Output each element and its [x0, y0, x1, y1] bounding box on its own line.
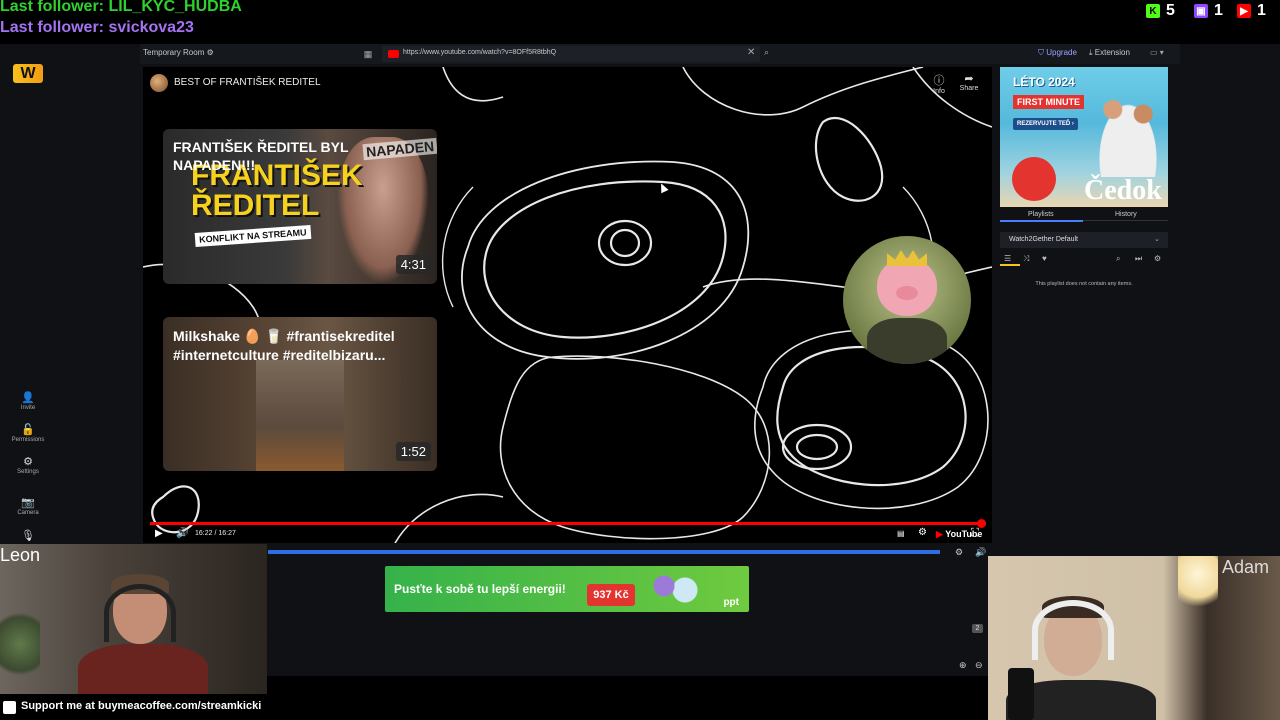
ad-brand: Čedok [1084, 175, 1162, 206]
tab-divider [1083, 220, 1168, 221]
volume-icon[interactable]: 🔊 [975, 547, 986, 558]
active-tab-indicator [1000, 220, 1083, 222]
coffee-icon [3, 701, 16, 714]
ad-characters [643, 570, 713, 610]
gear-icon: ⚙ [23, 456, 33, 468]
search-icon[interactable]: ⌕ [1116, 254, 1120, 264]
unlock-icon: 🔓 [21, 424, 35, 436]
upgrade-button[interactable]: ⛉ Upgrade [1038, 48, 1077, 58]
camera-icon: 📷 [21, 497, 35, 509]
webcam-adam [988, 556, 1280, 720]
ad-top-text: LÉTO 2024 [1013, 75, 1075, 89]
shuffle-icon[interactable]: ⤨ [1023, 254, 1029, 264]
fullscreen-icon[interactable]: ⛶ [971, 527, 979, 540]
play-icon[interactable]: ▶ [155, 528, 163, 539]
sidebar-item-invite[interactable]: 👤 Invite [8, 391, 48, 411]
sidebar-item-permissions[interactable]: 🔓 Permissions [8, 423, 48, 443]
ad-banner-bottom[interactable]: Pusťte k sobě tu lepší energii! 937 Kč p… [385, 566, 749, 612]
twitch-count: 1 [1214, 2, 1223, 19]
volume-icon[interactable]: 🔊 [176, 528, 188, 539]
microphone-icon[interactable]: 🎙 [8, 529, 48, 543]
sidebar-item-settings[interactable]: ⚙ Settings [8, 455, 48, 475]
chat-count-badge: 2 [972, 624, 983, 633]
time-display: 16:22 / 16:27 [195, 530, 236, 537]
pig-king-avatar [843, 236, 971, 364]
channel-avatar[interactable] [150, 74, 168, 92]
settings-icon[interactable]: ⚙ [1154, 254, 1161, 263]
url-text[interactable]: https://www.youtube.com/watch?v=8OFf5R8t… [403, 49, 556, 56]
webcam-name-leon: Leon [0, 545, 41, 565]
upgrade-icon: ⛉ [1038, 48, 1047, 57]
captions-icon[interactable]: ▤ [897, 529, 905, 538]
ad-people [1090, 87, 1166, 177]
heart-icon[interactable]: ♥ [1042, 254, 1047, 263]
layout-toggle-icon[interactable]: ▭ ▾ [1150, 48, 1172, 59]
ad-sale-circle [1012, 157, 1056, 201]
active-tool-indicator [1000, 264, 1020, 266]
thumbnail-scene [256, 360, 344, 471]
video-channel-title[interactable]: BEST OF FRANTIŠEK REDITEL [174, 77, 321, 88]
share-label: Share [959, 85, 979, 92]
youtube-count: 1 [1257, 2, 1266, 19]
info-label: Info [933, 88, 945, 95]
extension-button[interactable]: ⤓ Extension [1089, 48, 1130, 58]
webcam-leon [0, 544, 267, 694]
youtube-counter: ▶ 1 [1237, 1, 1266, 21]
sidebar-item-label: Camera [17, 510, 39, 516]
share-button[interactable]: ➦ Share [958, 72, 980, 92]
kick-count: 5 [1166, 2, 1175, 19]
duration-badge: 4:31 [395, 255, 431, 274]
ad-cta-button[interactable]: REZERVUJTE TEĎ › [1013, 118, 1078, 130]
search-icon[interactable]: ⌕ [764, 47, 769, 58]
thumbnail-title: FRANTIŠEK ŘEDITEL BYL NAPADEN!!! [173, 139, 349, 173]
upgrade-label: Upgrade [1046, 48, 1077, 57]
tab-playlists[interactable]: Playlists [1028, 211, 1054, 218]
list-icon[interactable]: ☰ [1004, 254, 1011, 263]
ad-brand: ppt [723, 597, 739, 608]
duration-badge: 1:52 [395, 442, 431, 461]
add-user-icon: 👤 [21, 392, 35, 404]
sync-bar [268, 550, 940, 554]
info-button[interactable]: ⓘ Info [932, 72, 946, 95]
settings-gear-icon[interactable]: ⚙ [918, 527, 927, 538]
last-follower-kick: Last follower: LIL_KYC_HUDBA [0, 0, 242, 15]
extension-label: Extension [1094, 48, 1130, 57]
ad-headline: Pusťte k sobě tu lepší energii! [394, 582, 566, 596]
youtube-icon: ▶ [1237, 4, 1251, 18]
support-banner: Support me at buymeacoffee.com/streamkic… [21, 700, 262, 712]
kick-counter: K 5 [1146, 1, 1175, 21]
playlist-select-value[interactable]: Watch2Gether Default [1009, 236, 1078, 243]
skip-forward-icon[interactable]: ⏭ [1135, 254, 1142, 264]
twitch-icon: ▣ [1194, 4, 1208, 18]
sidebar-item-label: Settings [17, 469, 39, 475]
info-icon: ⓘ [933, 75, 945, 87]
sidebar-item-camera[interactable]: 📷 Camera [8, 496, 48, 516]
kick-icon: K [1146, 4, 1160, 18]
progress-fill [150, 522, 982, 525]
gear-icon[interactable]: ⚙ [955, 547, 963, 558]
youtube-source-icon [388, 50, 399, 58]
ad-red-badge: FIRST MINUTE [1013, 95, 1084, 109]
close-icon[interactable]: ✕ [747, 47, 755, 58]
zoom-in-icon[interactable]: ⊕ [959, 660, 967, 671]
room-title[interactable]: Temporary Room ⚙ [143, 48, 214, 57]
sidebar-item-label: Permissions [11, 437, 45, 443]
suggested-video-1[interactable]: NAPADEN FRANTIŠEK ŘEDITEL FRANTIŠEK ŘEDI… [163, 129, 437, 284]
last-follower-twitch: Last follower: svickova23 [0, 19, 194, 36]
ad-banner-right[interactable]: LÉTO 2024 FIRST MINUTE REZERVUJTE TEĎ › … [1000, 67, 1168, 207]
share-icon: ➦ [964, 73, 974, 85]
ad-price: 937 Kč [587, 584, 635, 606]
w2g-logo[interactable]: W [13, 64, 43, 83]
thumbnail-subtext: KONFLIKT NA STREAMU [194, 224, 312, 248]
tab-history[interactable]: History [1115, 211, 1137, 218]
twitch-counter: ▣ 1 [1194, 1, 1223, 21]
thumbnail-title: Milkshake 🥚 🥛 #frantisekreditel #interne… [173, 328, 395, 363]
grid-icon[interactable]: ▦ [362, 48, 374, 60]
webcam-name-adam: Adam [1222, 557, 1270, 577]
sidebar-item-label: Invite [20, 405, 36, 411]
suggested-video-2[interactable]: Milkshake 🥚 🥛 #frantisekreditel #interne… [163, 317, 437, 471]
zoom-out-icon[interactable]: ⊖ [975, 660, 983, 671]
playlist-empty-message: This playlist does not contain any items… [1035, 281, 1133, 287]
chevron-down-icon[interactable]: ⌄ [1154, 235, 1160, 243]
